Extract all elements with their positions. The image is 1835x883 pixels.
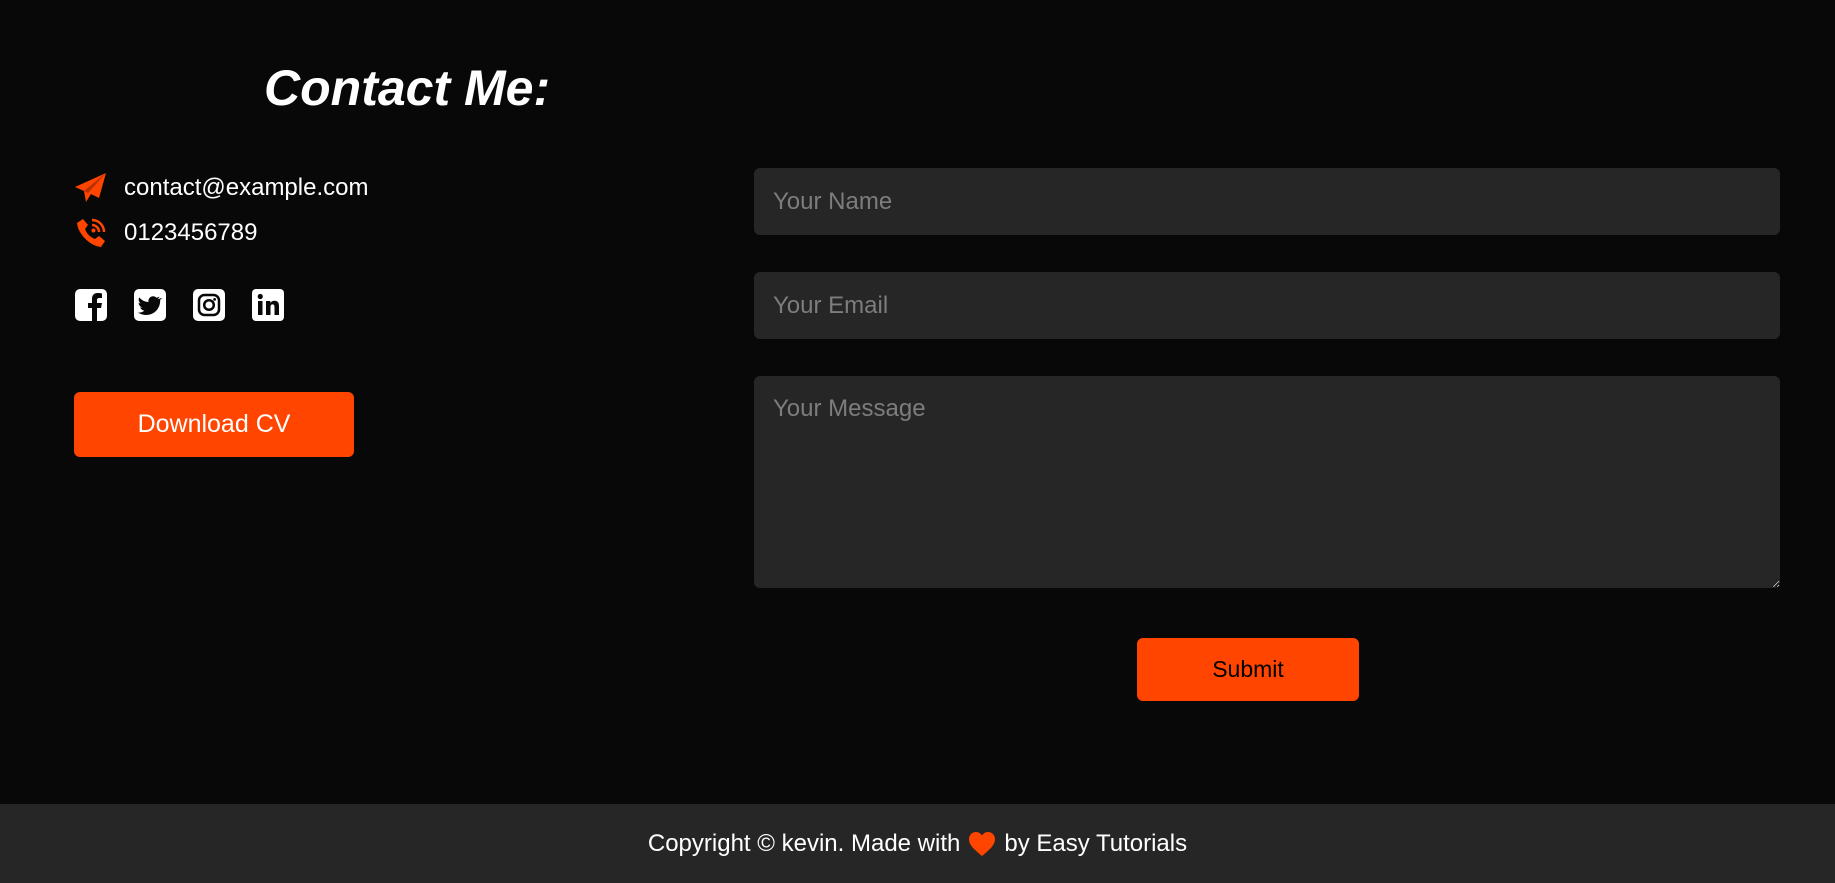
paper-plane-icon: [74, 171, 108, 205]
page-title: Contact Me:: [264, 60, 551, 116]
submit-button[interactable]: Submit: [1137, 638, 1359, 701]
footer-copyright-text: Copyright © kevin. Made with: [647, 829, 961, 857]
facebook-icon[interactable]: [74, 288, 108, 322]
twitter-icon[interactable]: [133, 288, 167, 322]
heart-icon: [968, 831, 996, 857]
contact-page: Contact Me: contact@example.com 01234567…: [0, 0, 1835, 883]
footer: Copyright © kevin. Made with by Easy Tut…: [0, 804, 1835, 883]
email-input[interactable]: [754, 272, 1780, 339]
linkedin-icon[interactable]: [251, 288, 285, 322]
contact-email-text[interactable]: contact@example.com: [124, 174, 368, 202]
contact-phone-text[interactable]: 0123456789: [124, 219, 257, 247]
social-links: [74, 288, 285, 322]
contact-phone-row: 0123456789: [74, 213, 257, 253]
phone-volume-icon: [74, 216, 108, 250]
contact-email-row: contact@example.com: [74, 168, 368, 208]
download-cv-button[interactable]: Download CV: [74, 392, 354, 457]
instagram-icon[interactable]: [192, 288, 226, 322]
message-textarea[interactable]: [754, 376, 1780, 588]
footer-credit-text: by Easy Tutorials: [1004, 829, 1188, 857]
name-input[interactable]: [754, 168, 1780, 235]
